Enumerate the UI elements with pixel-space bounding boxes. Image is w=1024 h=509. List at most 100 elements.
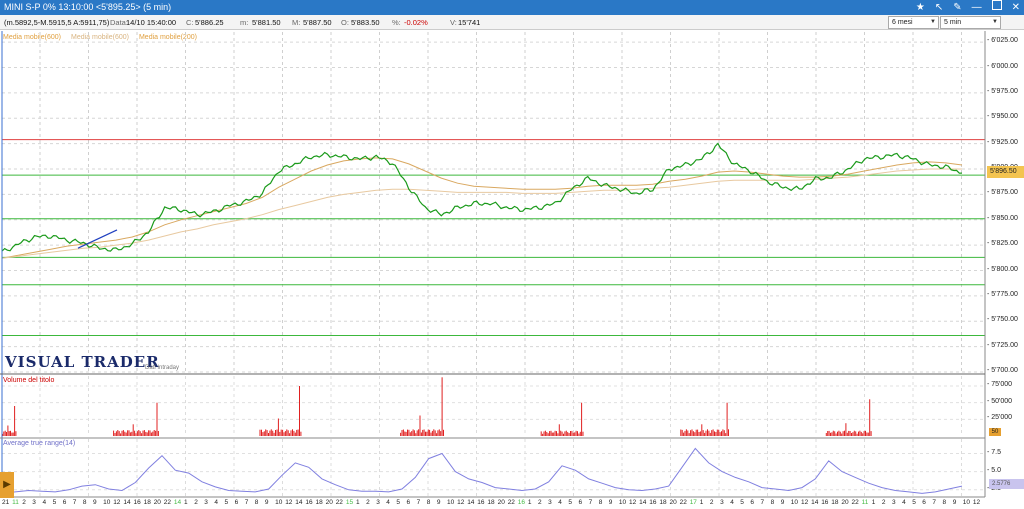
volume-bar (561, 431, 563, 436)
panel-frames (0, 31, 986, 498)
time-tick-label: 9 (93, 499, 97, 506)
volume-bar (716, 429, 718, 436)
time-tick-label: 2 (881, 499, 886, 506)
volume-flag: 50 (989, 428, 1001, 436)
volume-bar (429, 429, 431, 436)
volume-bar (866, 432, 868, 436)
time-tick-label: 6 (750, 499, 755, 506)
volume-bar (540, 431, 542, 436)
time-tick-label: 8 (598, 499, 603, 506)
atr-panel-title: Average true range(14) (3, 440, 76, 447)
time-tick-label: 20 (497, 499, 505, 506)
time-tick-label: 22 (163, 499, 172, 506)
volume-bar (292, 429, 293, 436)
volume-bar (564, 431, 566, 436)
volume-bar (426, 431, 428, 436)
volume-bar (125, 432, 127, 436)
volume-bar (277, 418, 279, 436)
volume-bar (859, 430, 861, 436)
volume-bar (697, 429, 699, 436)
volume-bar (276, 429, 278, 436)
volume-bar (694, 432, 696, 436)
volume-bar (156, 402, 158, 436)
time-tick-label: 14 (639, 499, 647, 506)
price-tick-label: - 5'850.00 (987, 214, 1018, 222)
volume-bar (691, 429, 693, 436)
time-tick-label: 10 (447, 499, 455, 506)
volume-tick-label: - 25'000 (987, 414, 1013, 422)
time-tick-label: 2 (709, 499, 714, 506)
time-tick-label: 4 (214, 499, 219, 506)
volume-bar (400, 432, 402, 436)
time-tick-label: 5 (224, 499, 229, 506)
volume-bar (128, 430, 130, 436)
time-tick-label: 18 (143, 499, 151, 506)
time-tick-label: 9 (608, 499, 613, 506)
time-tick-label: 22 (507, 499, 515, 506)
volume-bar (115, 431, 117, 436)
volume-bar (8, 431, 10, 436)
volume-bar (571, 430, 573, 436)
time-tick-label: 7 (416, 499, 421, 506)
time-tick-label: 1 (699, 499, 704, 506)
time-tick-label: 12 (972, 499, 981, 506)
volume-bar (842, 431, 844, 436)
volume-bar (120, 433, 122, 436)
atr-current-flag: 2.5776 (989, 479, 1024, 489)
volume-bar (728, 429, 729, 436)
volume-bar (14, 406, 16, 436)
time-tick-label: 16 (133, 499, 141, 506)
price-tick-label: - 5'700.00 (987, 367, 1018, 374)
volume-bar (113, 430, 115, 436)
volume-bar (828, 430, 830, 436)
scroll-left-arrow-icon[interactable]: ▶ (0, 472, 14, 498)
brand-subtitle: Dati Intraday (145, 365, 180, 371)
volume-bar (148, 430, 150, 436)
time-tick-label: 6 (234, 499, 239, 506)
volume-bar (698, 432, 700, 436)
time-tick-label: 7 (244, 499, 249, 506)
chart-canvas[interactable] (0, 0, 1024, 509)
time-tick-label: 8 (426, 499, 431, 506)
volume-bar (714, 431, 715, 436)
volume-bar (145, 431, 147, 436)
volume-bar (721, 431, 722, 436)
volume-bar (114, 433, 116, 436)
volume-bar (715, 432, 717, 436)
volume-bar (138, 430, 140, 436)
volume-bar (581, 402, 583, 436)
price-tick-label: - 5'800.00 (987, 265, 1018, 273)
time-tick-label: 3 (32, 499, 36, 506)
price-tick-label: - 6'025.00 (987, 37, 1018, 45)
volume-bar (425, 431, 426, 436)
volume-bar (280, 429, 282, 436)
volume-bar (412, 429, 414, 436)
volume-bar (701, 424, 703, 436)
volume-bar (870, 431, 872, 436)
volume-bar (404, 431, 406, 436)
atr-series (1, 447, 963, 494)
volume-bar (837, 431, 838, 436)
time-tick-label: 14 (467, 499, 475, 506)
volume-bar (438, 429, 440, 436)
time-tick-label: 18 (659, 499, 667, 506)
volume-bar (141, 433, 143, 436)
volume-bar (146, 432, 148, 436)
volume-bar (273, 432, 275, 436)
atr-line (1, 447, 963, 494)
volume-bar (4, 430, 6, 436)
time-tick-label: 2 (194, 499, 198, 506)
time-tick-label: 7 (588, 499, 593, 506)
volume-bar (122, 430, 124, 436)
volume-bar (139, 431, 141, 436)
volume-bar (549, 431, 551, 436)
time-tick-label: 16 (477, 499, 485, 506)
volume-bar (832, 430, 834, 436)
volume-bar (129, 432, 131, 436)
time-tick-label: 5 (912, 499, 916, 506)
volume-bar (157, 431, 159, 436)
volume-bar (544, 430, 546, 436)
volume-bar (565, 430, 567, 436)
time-tick-label: 3 (548, 499, 552, 506)
volume-bar (266, 430, 268, 436)
